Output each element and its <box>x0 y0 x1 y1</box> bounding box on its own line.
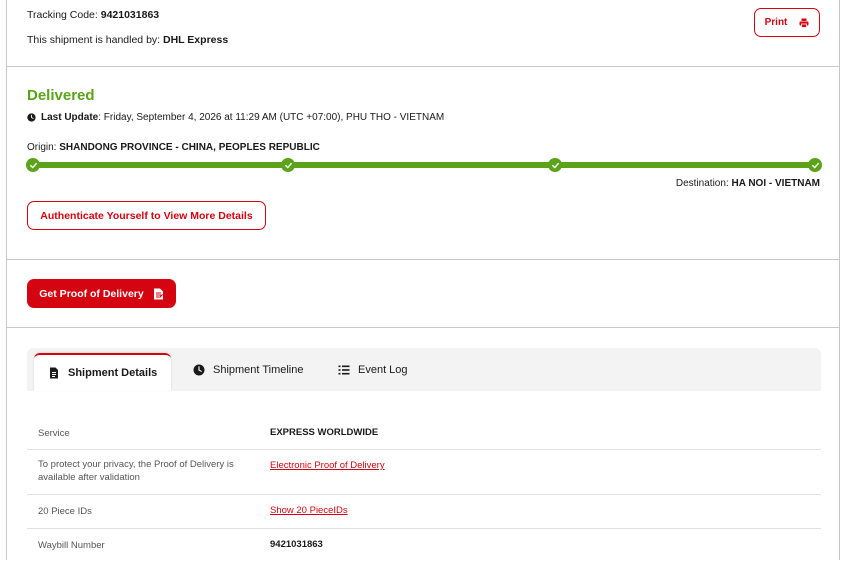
waybill-value: 9421031863 <box>270 539 323 550</box>
tab-label: Event Log <box>358 363 408 376</box>
last-update-value: : Friday, September 4, 2026 at 11:29 AM … <box>98 112 445 123</box>
shipment-status-section: Delivered Last Update: Friday, September… <box>7 67 839 260</box>
tracking-code-label: Tracking Code: <box>27 9 98 21</box>
list-icon <box>338 365 350 374</box>
tracking-panel: Tracking Code: 9421031863 This shipment … <box>6 0 840 560</box>
tab-label: Shipment Timeline <box>213 363 304 376</box>
shipment-progress-bar <box>26 158 822 172</box>
electronic-pod-link[interactable]: Electronic Proof of Delivery <box>270 460 385 471</box>
details-label: 20 Piece IDs <box>38 506 92 517</box>
details-row-proof-of-delivery: To protect your privacy, the Proof of De… <box>27 450 821 495</box>
print-button[interactable]: Print <box>754 8 820 37</box>
service-value: EXPRESS WORLDWIDE <box>270 427 379 438</box>
tab-event-log[interactable]: Event Log <box>338 348 408 391</box>
clock-icon <box>27 113 36 122</box>
last-update-line: Last Update: Friday, September 4, 2026 a… <box>27 112 444 123</box>
shipment-details-table: Service EXPRESS WORLDWIDE To protect you… <box>27 416 821 563</box>
origin-label: Origin: <box>27 142 57 153</box>
tab-shipment-details[interactable]: Shipment Details <box>34 353 172 391</box>
details-label: To protect your privacy, the Proof of De… <box>38 459 234 483</box>
delivery-status: Delivered <box>27 87 95 104</box>
tracking-header: Tracking Code: 9421031863 This shipment … <box>7 0 839 67</box>
tab-label: Shipment Details <box>68 367 158 379</box>
document-edit-icon <box>153 288 163 299</box>
details-row-waybill: Waybill Number 9421031863 <box>27 529 821 563</box>
authenticate-button[interactable]: Authenticate Yourself to View More Detai… <box>27 201 266 230</box>
origin-value: SHANDONG PROVINCE - CHINA, PEOPLES REPUB… <box>59 142 320 153</box>
handled-by-label: This shipment is handled by: <box>27 34 161 46</box>
get-proof-of-delivery-button[interactable]: Get Proof of Delivery <box>27 279 176 308</box>
pod-button-label: Get Proof of Delivery <box>39 287 144 300</box>
shipment-tabs: Shipment Details Shipment Timeline Event… <box>27 348 821 391</box>
tracking-code-line: Tracking Code: 9421031863 <box>27 9 159 21</box>
details-row-piece-ids: 20 Piece IDs Show 20 PieceIDs <box>27 495 821 529</box>
tab-shipment-timeline[interactable]: Shipment Timeline <box>193 348 304 391</box>
details-row-service: Service EXPRESS WORLDWIDE <box>27 416 821 450</box>
checkpoint-check-icon <box>281 158 295 172</box>
destination-line: Destination: HA NOI - VIETNAM <box>676 178 820 189</box>
progress-track <box>32 162 816 168</box>
print-button-label: Print <box>764 17 788 28</box>
handled-by-value: DHL Express <box>163 34 229 46</box>
details-label: Waybill Number <box>38 540 105 551</box>
clock-icon <box>193 364 205 375</box>
checkpoint-check-icon <box>808 158 822 172</box>
checkpoint-check-icon <box>548 158 562 172</box>
last-update-label: Last Update <box>41 112 99 123</box>
destination-value: HA NOI - VIETNAM <box>731 178 820 189</box>
handled-by-line: This shipment is handled by: DHL Express <box>27 34 228 46</box>
checkpoint-check-icon <box>26 158 40 172</box>
details-label: Service <box>38 428 70 439</box>
destination-label: Destination: <box>675 178 729 189</box>
origin-line: Origin: SHANDONG PROVINCE - CHINA, PEOPL… <box>27 142 320 153</box>
proof-of-delivery-section: Get Proof of Delivery <box>7 260 839 328</box>
document-icon <box>50 367 58 379</box>
printer-icon <box>799 18 809 28</box>
show-piece-ids-link[interactable]: Show 20 PieceIDs <box>270 505 348 516</box>
tracking-code-value: 9421031863 <box>100 9 160 21</box>
